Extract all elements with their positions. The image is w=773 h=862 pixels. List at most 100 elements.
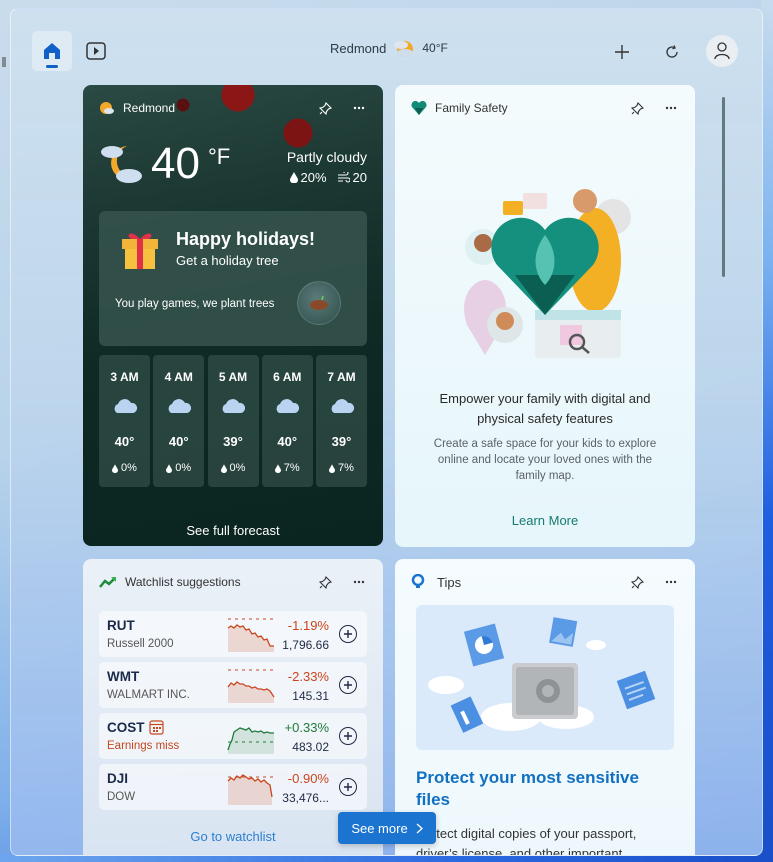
plus-icon: [615, 45, 629, 59]
account-avatar[interactable]: [706, 35, 738, 67]
weather-card[interactable]: Redmond 40 °F Partly cloudy 20% 20 Happy…: [83, 85, 383, 546]
weather-conditions: Partly cloudy 20% 20: [287, 149, 367, 185]
heart-icon: [411, 101, 427, 115]
cloud-icon: [331, 399, 354, 413]
hour-temp: 39°: [223, 434, 243, 449]
top-actions: [586, 35, 738, 67]
window-edge-marker: [2, 57, 6, 67]
stock-row[interactable]: RUT Russell 2000 -1.19% 1,796.66: [99, 611, 367, 657]
hour-time: 6 AM: [273, 370, 302, 384]
hour-rain: 0%: [175, 462, 192, 474]
precipitation: 20%: [300, 170, 327, 185]
more-icon: [665, 106, 677, 110]
pin-button[interactable]: [629, 100, 645, 116]
lightbulb-icon: [411, 574, 425, 588]
condition-text: Partly cloudy: [286, 149, 367, 165]
more-options-button[interactable]: [351, 100, 367, 116]
pin-button[interactable]: [317, 100, 333, 116]
more-icon: [665, 580, 677, 584]
partly-cloudy-icon: [394, 41, 414, 57]
stock-name: Russell 2000: [107, 638, 174, 650]
add-widget-button[interactable]: [608, 38, 636, 66]
hour-rain: 7%: [338, 462, 354, 474]
sparkline-chart: [227, 727, 274, 754]
see-full-forecast-link[interactable]: See full forecast: [83, 523, 383, 538]
stock-price: 1,796.66: [282, 638, 329, 652]
tips-headline[interactable]: Protect your most sensitive files: [416, 767, 676, 811]
add-to-watchlist-button[interactable]: [339, 778, 357, 796]
family-description: Create a safe space for your kids to exp…: [433, 438, 657, 482]
weather-card-header: Redmond: [83, 85, 383, 131]
hourly-item[interactable]: 5 AM 39° 0%: [207, 355, 259, 487]
stock-symbol: WMT: [107, 669, 140, 684]
more-options-button[interactable]: [663, 100, 679, 116]
cloud-icon: [276, 399, 300, 413]
hour-temp: 39°: [331, 434, 352, 449]
plus-icon: [344, 783, 352, 791]
family-safety-card[interactable]: Family Safety Empower your family with d…: [395, 85, 695, 547]
stock-price: 483.02: [292, 740, 329, 754]
stock-row[interactable]: DJI DOW -0.90% 33,476...: [99, 764, 367, 810]
header-weather[interactable]: Redmond 40°F: [330, 37, 448, 59]
see-more-button[interactable]: See more: [338, 812, 436, 844]
raindrop-icon: [112, 463, 119, 473]
more-options-button[interactable]: [351, 574, 367, 590]
widgets-panel: Redmond 40°F Redmond 40 °F Partly cloudy…: [10, 8, 763, 856]
stock-row[interactable]: COST Earnings miss +0.33% 483.02: [99, 713, 367, 759]
tree-globe-icon: [297, 281, 341, 325]
current-temperature: 40: [151, 139, 200, 188]
promo-text: You play games, we plant trees: [115, 298, 275, 310]
hour-time: 7 AM: [327, 370, 356, 384]
scrollbar-thumb[interactable]: [722, 97, 725, 277]
pin-icon: [318, 575, 332, 589]
tips-card[interactable]: Tips Protect your most sensitive files P…: [395, 559, 695, 855]
hourly-forecast: 3 AM 40° 0% 4 AM 40° 0% 5 AM 39° 0% 6 AM…: [99, 355, 367, 487]
add-to-watchlist-button[interactable]: [339, 727, 357, 745]
holiday-promo[interactable]: Happy holidays! Get a holiday tree You p…: [99, 211, 367, 346]
cloud-icon: [222, 399, 246, 413]
promo-title: Happy holidays!: [176, 229, 316, 249]
stock-row[interactable]: WMT WALMART INC. -2.33% 145.31: [99, 662, 367, 708]
hourly-item[interactable]: 4 AM 40° 0%: [153, 355, 205, 487]
cloud-icon: [168, 399, 191, 413]
pin-icon: [630, 575, 644, 589]
refresh-button[interactable]: [658, 38, 686, 66]
learn-more-link[interactable]: Learn More: [395, 513, 695, 528]
stock-symbol: COST: [107, 720, 145, 735]
add-to-watchlist-button[interactable]: [339, 676, 357, 694]
raindrop-icon: [166, 463, 173, 473]
hour-temp: 40°: [168, 434, 189, 449]
tab-video[interactable]: [84, 39, 108, 63]
weather-small-icon: [100, 102, 114, 114]
watchlist-title: Watchlist suggestions: [125, 575, 241, 589]
hour-rain: 0%: [229, 462, 246, 474]
watchlist-card: Watchlist suggestions RUT Russell 2000 -…: [83, 559, 383, 855]
family-card-title: Family Safety: [435, 101, 508, 115]
tab-home[interactable]: [32, 31, 72, 71]
family-card-header: Family Safety: [395, 85, 695, 131]
active-tab-indicator: [46, 65, 58, 68]
hourly-item[interactable]: 3 AM 40° 0%: [99, 355, 150, 487]
add-to-watchlist-button[interactable]: [339, 625, 357, 643]
stock-change: -2.33%: [287, 669, 329, 684]
watchlist-card-header: Watchlist suggestions: [83, 559, 383, 605]
top-bar: Redmond 40°F: [11, 9, 762, 81]
hourly-item[interactable]: 6 AM 40° 7%: [261, 355, 313, 487]
current-weather: 40 °F: [99, 140, 230, 188]
hour-time: 3 AM: [110, 370, 139, 384]
pin-icon: [630, 101, 644, 115]
stock-price: 33,476...: [282, 791, 329, 805]
pin-icon: [318, 101, 332, 115]
hour-temp: 40°: [277, 434, 298, 449]
stock-name: DOW: [107, 791, 136, 803]
trending-up-icon: [99, 577, 116, 588]
stock-name: WALMART INC.: [107, 689, 190, 701]
gift-icon: [122, 233, 158, 269]
header-location: Redmond: [330, 40, 387, 56]
pin-button[interactable]: [629, 574, 645, 590]
more-options-button[interactable]: [663, 574, 679, 590]
promo-subtitle: Get a holiday tree: [176, 253, 279, 268]
more-icon: [353, 580, 365, 584]
pin-button[interactable]: [317, 574, 333, 590]
hourly-item[interactable]: 7 AM 39° 7%: [316, 355, 367, 487]
